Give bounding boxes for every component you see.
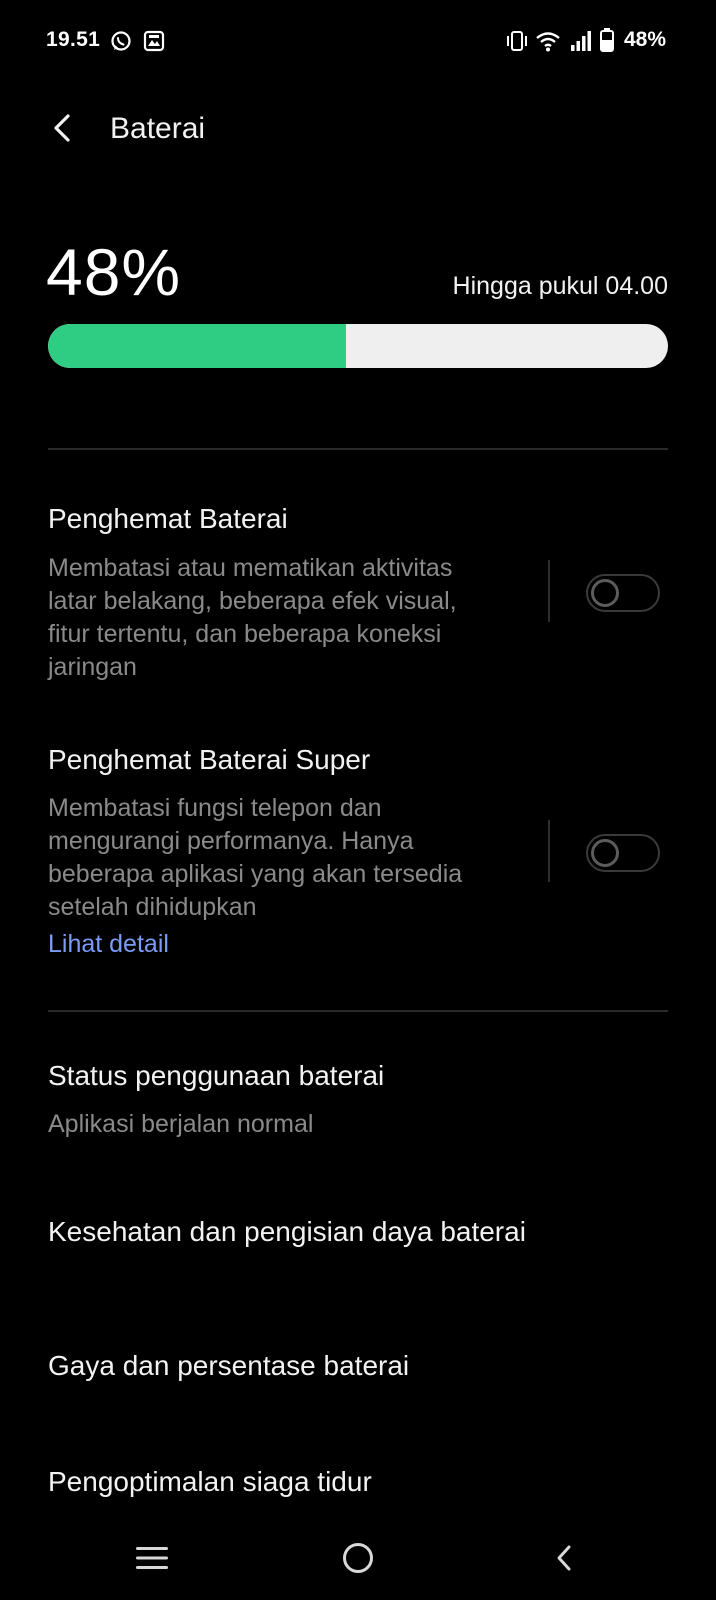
wifi-icon — [535, 30, 561, 57]
nav-back-button[interactable] — [534, 1536, 594, 1584]
whatsapp-icon — [110, 30, 132, 57]
toggle-knob — [591, 579, 619, 607]
home-icon — [341, 1541, 375, 1580]
battery-saver-title: Penghemat Baterai — [48, 503, 288, 534]
menu-item-sleep-standby[interactable]: Pengoptimalan siaga tidur — [0, 1450, 716, 1520]
menu-item-battery-health[interactable]: Kesehatan dan pengisian daya baterai — [0, 1200, 716, 1270]
battery-saver-description: Membatasi atau mematikan aktivitas latar… — [48, 554, 457, 681]
status-time: 19.51 — [46, 28, 101, 51]
page-title: Baterai — [110, 112, 206, 145]
battery-usage-status-row[interactable]: Status penggunaan baterai Aplikasi berja… — [0, 1040, 716, 1150]
battery-until-time: Hingga pukul 04.00 — [452, 272, 668, 300]
super-battery-saver-title: Penghemat Baterai Super — [48, 744, 371, 775]
recent-apps-button[interactable] — [122, 1536, 182, 1584]
battery-icon — [600, 28, 614, 57]
section-divider — [48, 1010, 668, 1012]
home-button[interactable] — [328, 1536, 388, 1584]
menu-item-label: Gaya dan persentase baterai — [48, 1350, 410, 1381]
back-button[interactable] — [40, 108, 84, 152]
menu-icon — [135, 1544, 169, 1577]
gallery-notification-icon — [143, 30, 165, 57]
battery-saver-toggle[interactable] — [586, 574, 660, 612]
menu-item-label: Pengoptimalan siaga tidur — [48, 1466, 372, 1497]
battery-level-fill — [48, 324, 346, 368]
signal-icon — [570, 30, 592, 57]
toggle-knob — [591, 839, 619, 867]
separator — [548, 560, 550, 622]
super-battery-saver-description: Membatasi fungsi telepon dan mengurangi … — [48, 794, 463, 921]
menu-item-label: Kesehatan dan pengisian daya baterai — [48, 1216, 526, 1247]
menu-item-battery-style[interactable]: Gaya dan persentase baterai — [0, 1334, 716, 1404]
battery-level-bar — [48, 324, 668, 368]
super-battery-saver-toggle[interactable] — [586, 834, 660, 872]
battery-percent: 48% — [46, 235, 182, 309]
separator — [548, 820, 550, 882]
vibrate-icon — [505, 30, 529, 57]
see-details-link[interactable]: Lihat detail — [48, 930, 169, 959]
status-battery-percent: 48% — [623, 28, 666, 51]
back-icon — [553, 1543, 575, 1578]
battery-usage-status-title: Status penggunaan baterai — [48, 1060, 385, 1091]
battery-usage-status-subtitle: Aplikasi berjalan normal — [48, 1110, 314, 1138]
section-divider — [48, 448, 668, 450]
chevron-left-icon — [51, 113, 73, 148]
